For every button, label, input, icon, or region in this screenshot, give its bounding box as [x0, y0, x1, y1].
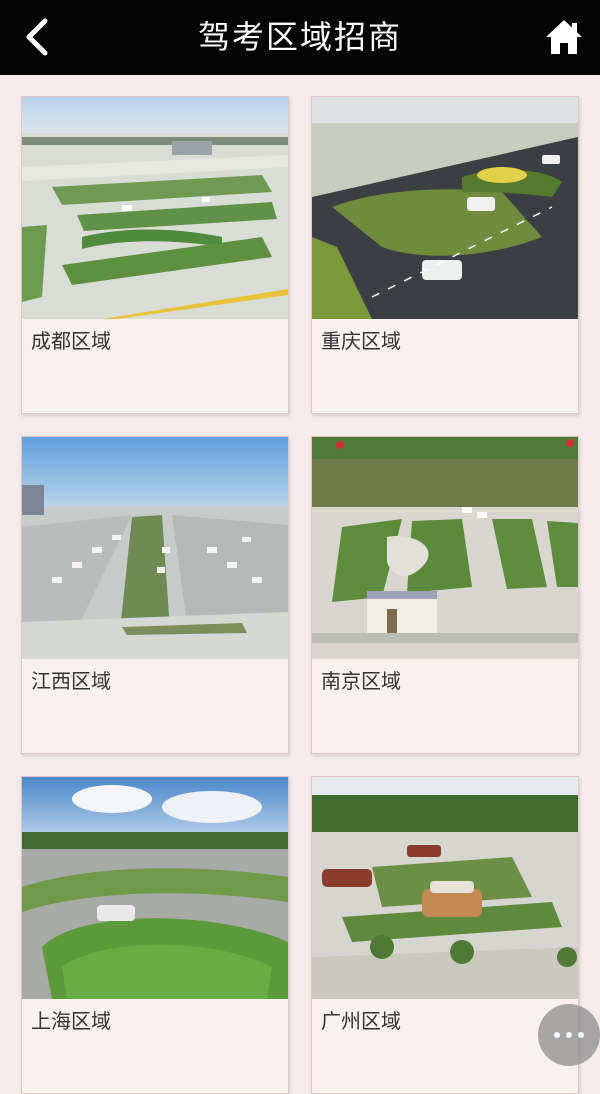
region-card-nanjing[interactable]: 南京区域	[311, 436, 579, 754]
region-photo	[312, 437, 578, 659]
region-label: 上海区域	[31, 1009, 111, 1033]
region-photo	[22, 97, 288, 319]
region-card-jiangxi[interactable]: 江西区域	[21, 436, 289, 754]
region-photo	[312, 777, 578, 999]
more-dots-icon	[554, 1032, 584, 1038]
region-photo	[22, 777, 288, 999]
region-photo	[312, 97, 578, 319]
region-photo	[22, 437, 288, 659]
region-label: 重庆区域	[321, 329, 401, 353]
region-grid: 成都区域 重庆区域 江西区域 南京区域 上海区域 广州区域	[0, 0, 600, 1094]
region-card-guangzhou[interactable]: 广州区域	[311, 776, 579, 1094]
region-card-chongqing[interactable]: 重庆区域	[311, 96, 579, 414]
region-label: 广州区域	[321, 1009, 401, 1033]
region-card-shanghai[interactable]: 上海区域	[21, 776, 289, 1094]
region-label: 江西区域	[31, 669, 111, 693]
region-label: 成都区域	[31, 329, 111, 353]
region-card-chengdu[interactable]: 成都区域	[21, 96, 289, 414]
more-options-button[interactable]	[538, 1004, 600, 1066]
region-label: 南京区域	[321, 669, 401, 693]
